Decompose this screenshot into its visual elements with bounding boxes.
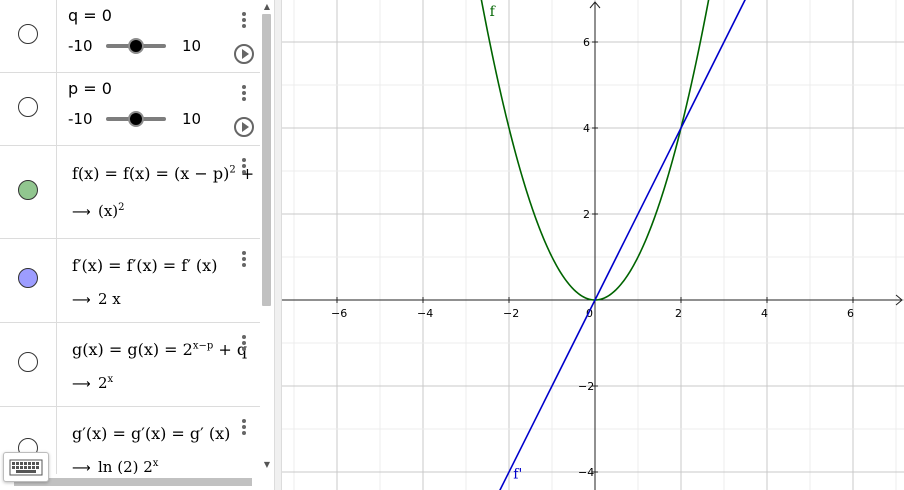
function-f-result: ⟶ (x)2 [72, 202, 125, 220]
scroll-up-icon[interactable]: ▲ [260, 0, 274, 14]
y-tick-label: 6 [583, 36, 590, 49]
algebra-view: q = 0 -10 10 p = 0 -10 10 f(x) = f(x) = … [0, 0, 260, 490]
curve-fprime-label[interactable]: f' [513, 466, 522, 482]
function-row-fprime: f′(x) = f′(x) = f′ (x) ⟶ 2 x [0, 239, 260, 323]
marker-cell [0, 323, 57, 406]
slider-row-q: q = 0 -10 10 [0, 0, 260, 73]
x-tick-label: 0 [586, 307, 593, 320]
x-tick-label: 2 [675, 307, 682, 320]
slider-p-knob[interactable] [128, 111, 144, 127]
function-gprime-definition[interactable]: g′(x) = g′(x) = g′ (x) [72, 424, 230, 443]
curve-f-label[interactable]: f [490, 4, 497, 20]
slider-q-label[interactable]: q = 0 [68, 6, 112, 25]
x-tick-label: −6 [331, 307, 347, 320]
result-arrow-icon: ⟶ [72, 293, 91, 308]
function-row-f: f(x) = f(x) = (x − p)2 + q ⟶ (x)2 [0, 146, 260, 239]
slider-p-min: -10 [68, 110, 93, 128]
x-tick-label: −4 [417, 307, 433, 320]
keyboard-icon [9, 459, 43, 476]
x-tick-label: 4 [761, 307, 768, 320]
x-tick-label: −2 [503, 307, 519, 320]
function-f-definition[interactable]: f(x) = f(x) = (x − p)2 + q [72, 164, 260, 183]
function-row-g: g(x) = g(x) = 2x−p + q ⟶ 2x [0, 323, 260, 407]
function-fprime-definition[interactable]: f′(x) = f′(x) = f′ (x) [72, 256, 217, 275]
y-tick-label: −2 [578, 380, 594, 393]
horizontal-scrollbar-thumb[interactable] [14, 478, 252, 486]
graphics-view[interactable]: −6 −4 −2 0 2 4 6 6 4 2 −2 −4 f f' [282, 0, 904, 490]
visibility-toggle-q[interactable] [18, 24, 38, 44]
visibility-toggle-f[interactable] [18, 180, 38, 200]
scroll-down-icon[interactable]: ▼ [260, 458, 274, 472]
view-divider-handle[interactable] [274, 0, 282, 490]
more-options-icon[interactable] [236, 12, 252, 32]
y-tick-label: 2 [583, 208, 590, 221]
marker-cell [0, 0, 57, 72]
vertical-scrollbar-thumb[interactable] [262, 14, 271, 306]
slider-q-min: -10 [68, 37, 93, 55]
function-g-result-value: 2x [98, 374, 114, 392]
visibility-toggle-g[interactable] [18, 352, 38, 372]
function-g-definition[interactable]: g(x) = g(x) = 2x−p + q [72, 340, 247, 359]
marker-cell [0, 73, 57, 145]
marker-cell [0, 239, 57, 322]
x-tick-label: 6 [847, 307, 854, 320]
play-animation-icon[interactable] [234, 117, 254, 137]
y-tick-label: 4 [583, 122, 590, 135]
keyboard-button[interactable] [3, 452, 49, 482]
more-options-icon[interactable] [236, 251, 252, 271]
more-options-icon[interactable] [236, 419, 252, 439]
more-options-icon[interactable] [236, 335, 252, 355]
slider-q-knob[interactable] [128, 38, 144, 54]
function-g-result: ⟶ 2x [72, 374, 113, 392]
curve-fprime[interactable] [496, 0, 750, 490]
visibility-toggle-p[interactable] [18, 97, 38, 117]
axes [282, 1, 903, 490]
function-fprime-result: ⟶ 2 x [72, 290, 121, 308]
slider-p-max: 10 [182, 110, 202, 128]
graph-canvas[interactable]: −6 −4 −2 0 2 4 6 6 4 2 −2 −4 f f' [282, 0, 904, 490]
play-animation-icon[interactable] [234, 44, 254, 64]
y-tick-label: −4 [578, 466, 594, 479]
function-fprime-result-value: 2 x [98, 290, 121, 308]
slider-p-label[interactable]: p = 0 [68, 79, 112, 98]
slider-q-max: 10 [182, 37, 202, 55]
more-options-icon[interactable] [236, 158, 252, 178]
grid-lines [282, 0, 904, 490]
result-arrow-icon: ⟶ [72, 377, 91, 392]
function-f-result-value: (x)2 [98, 202, 125, 220]
result-arrow-icon: ⟶ [72, 205, 91, 220]
visibility-toggle-fprime[interactable] [18, 268, 38, 288]
more-options-icon[interactable] [236, 85, 252, 105]
slider-row-p: p = 0 -10 10 [0, 73, 260, 146]
marker-cell [0, 146, 57, 238]
